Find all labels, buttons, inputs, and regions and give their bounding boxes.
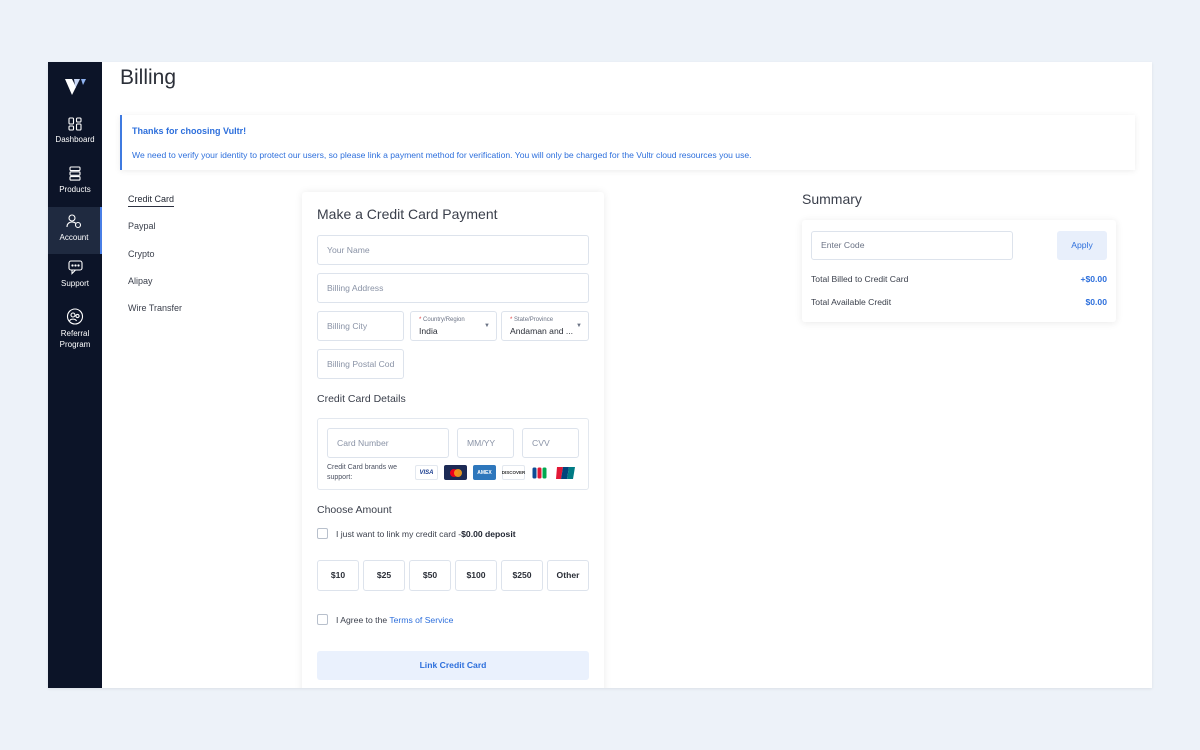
- sidebar-item-dashboard[interactable]: Dashboard: [48, 117, 102, 157]
- vultr-logo[interactable]: [62, 76, 88, 98]
- summary-card: Enter Code Apply Total Billed to Credit …: [802, 220, 1116, 322]
- credit-value: $0.00: [1085, 297, 1107, 307]
- method-paypal[interactable]: Paypal: [128, 221, 156, 231]
- sidebar-item-label: Dashboard: [55, 135, 95, 144]
- main-content: Billing Thanks for choosing Vultr! We ne…: [102, 62, 1152, 688]
- billing-city-input[interactable]: Billing City: [317, 311, 404, 341]
- billed-value: +$0.00: [1080, 274, 1107, 284]
- app-window: Dashboard Products Account Support Refer…: [48, 62, 1152, 688]
- products-icon: [48, 166, 102, 181]
- link-only-checkbox[interactable]: [317, 528, 328, 539]
- state-value: Andaman and ...: [510, 326, 574, 336]
- form-title: Make a Credit Card Payment: [317, 206, 498, 222]
- method-wire-transfer[interactable]: Wire Transfer: [128, 303, 182, 313]
- dashboard-icon: [48, 117, 102, 131]
- notice-title: Thanks for choosing Vultr!: [132, 126, 247, 136]
- support-icon: [48, 260, 102, 275]
- notice-text: We need to verify your identity to prote…: [132, 150, 752, 160]
- discover-icon: DISCOVER: [502, 465, 525, 480]
- choose-amount-title: Choose Amount: [317, 504, 392, 516]
- sidebar-item-products[interactable]: Products: [48, 166, 102, 206]
- mastercard-icon: [444, 465, 467, 480]
- amount-other-button[interactable]: Other: [547, 560, 589, 591]
- amount-50-button[interactable]: $50: [409, 560, 451, 591]
- visa-icon: VISA: [415, 465, 438, 480]
- referral-icon: [48, 308, 102, 325]
- amex-icon: AMEX: [473, 465, 496, 480]
- sidebar-item-referral-program[interactable]: Referral Program: [48, 308, 102, 354]
- name-input[interactable]: Your Name: [317, 235, 589, 265]
- link-credit-card-button[interactable]: Link Credit Card: [317, 651, 589, 680]
- amount-250-button[interactable]: $250: [501, 560, 543, 591]
- brands-text: Credit Card brands we support:: [327, 464, 398, 481]
- amount-100-button[interactable]: $100: [455, 560, 497, 591]
- sidebar-item-label: Account: [59, 233, 89, 242]
- country-select[interactable]: * Country/Region India ▼: [410, 311, 497, 341]
- method-alipay[interactable]: Alipay: [128, 276, 153, 286]
- account-icon: [48, 214, 100, 229]
- sidebar-item-label: Referral: [60, 329, 90, 338]
- sidebar-item-label: Support: [60, 279, 90, 288]
- country-value: India: [419, 326, 438, 336]
- state-label: * State/Province: [510, 317, 554, 323]
- page-title: Billing: [120, 66, 177, 89]
- sidebar-item-support[interactable]: Support: [48, 260, 102, 296]
- billed-label: Total Billed to Credit Card: [811, 274, 909, 284]
- promo-code-input[interactable]: Enter Code: [811, 231, 1013, 260]
- sidebar-item-account[interactable]: Account: [48, 207, 102, 254]
- credit-label: Total Available Credit: [811, 297, 892, 307]
- chevron-down-icon: ▼: [484, 323, 490, 329]
- method-crypto[interactable]: Crypto: [128, 249, 155, 259]
- chevron-down-icon: ▼: [576, 323, 582, 329]
- terms-link[interactable]: Terms of Service: [389, 615, 453, 625]
- card-number-input[interactable]: Card Number: [327, 428, 449, 458]
- credit-card-form: Make a Credit Card Payment Your Name Bil…: [302, 192, 604, 688]
- jcb-icon: [531, 465, 548, 480]
- sidebar-item-label: Products: [59, 185, 91, 194]
- amount-25-button[interactable]: $25: [363, 560, 405, 591]
- billing-postal-input[interactable]: Billing Postal Cod: [317, 349, 404, 379]
- billing-address-input[interactable]: Billing Address: [317, 273, 589, 303]
- link-only-label: I just want to link my credit card -$0.0…: [336, 529, 516, 539]
- amount-10-button[interactable]: $10: [317, 560, 359, 591]
- cc-details-title: Credit Card Details: [317, 393, 406, 405]
- unionpay-icon: [554, 465, 577, 480]
- expiry-input[interactable]: MM/YY: [457, 428, 514, 458]
- country-label: * Country/Region: [419, 317, 465, 323]
- cc-details-box: Card Number MM/YY CVV Credit Card brands…: [317, 418, 589, 490]
- sidebar-item-label-2: Program: [59, 340, 91, 349]
- apply-button[interactable]: Apply: [1057, 231, 1107, 260]
- cvv-input[interactable]: CVV: [522, 428, 579, 458]
- summary-title: Summary: [802, 191, 862, 207]
- verification-notice: Thanks for choosing Vultr! We need to ve…: [120, 115, 1135, 170]
- state-select[interactable]: * State/Province Andaman and ... ▼: [501, 311, 589, 341]
- terms-checkbox[interactable]: [317, 614, 328, 625]
- terms-label: I Agree to the Terms of Service: [336, 615, 454, 625]
- method-credit-card[interactable]: Credit Card: [128, 194, 175, 207]
- sidebar: Dashboard Products Account Support Refer…: [48, 62, 102, 688]
